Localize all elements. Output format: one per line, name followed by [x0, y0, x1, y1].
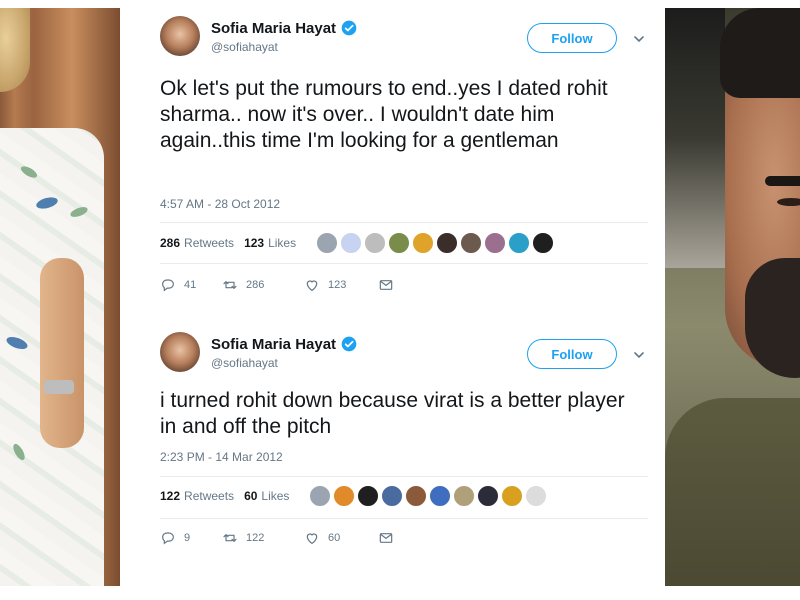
liker-avatar[interactable]	[340, 232, 363, 254]
follow-button[interactable]: Follow	[527, 23, 617, 53]
like-heart-icon	[306, 280, 318, 292]
reply-button[interactable]: 9	[160, 530, 222, 546]
photo-eyebrow	[765, 176, 800, 186]
follow-button[interactable]: Follow	[527, 339, 617, 369]
liker-avatar[interactable]	[477, 485, 500, 507]
liker-avatar[interactable]	[388, 232, 411, 254]
photo-hair	[720, 8, 800, 98]
liker-avatar[interactable]	[309, 485, 332, 507]
tweet-actions: 41 286 123	[160, 275, 394, 295]
likes-stat[interactable]: 123 Likes	[244, 236, 296, 250]
tweet-timestamp[interactable]: 4:57 AM - 28 Oct 2012	[160, 197, 280, 211]
tweet-stats: 122 Retweets 60 Likes	[160, 484, 548, 508]
tweets-column: Sofia Maria Hayat @sofiahayat Follow Ok …	[140, 0, 665, 600]
retweets-label: Retweets	[184, 489, 235, 503]
likes-label: Likes	[268, 236, 297, 250]
liker-avatar[interactable]	[412, 232, 435, 254]
like-button[interactable]: 60	[304, 530, 378, 546]
reply-count: 41	[184, 279, 197, 291]
likes-count: 123	[244, 236, 265, 250]
likes-label: Likes	[261, 489, 290, 503]
divider	[160, 263, 648, 264]
avatar[interactable]	[160, 332, 200, 372]
liker-avatars	[309, 485, 548, 507]
liker-avatar[interactable]	[364, 232, 387, 254]
photo-shirt	[665, 398, 800, 586]
liker-avatar[interactable]	[453, 485, 476, 507]
liker-avatar[interactable]	[405, 485, 428, 507]
likes-count: 60	[244, 489, 258, 503]
liker-avatar[interactable]	[316, 232, 339, 254]
reply-button[interactable]: 41	[160, 277, 222, 293]
reply-icon	[162, 532, 174, 545]
right-photo	[665, 8, 800, 586]
author-name[interactable]: Sofia Maria Hayat	[211, 336, 336, 353]
liker-avatar[interactable]	[357, 485, 380, 507]
photo-background	[665, 8, 725, 268]
like-heart-icon	[306, 533, 318, 545]
direct-message-icon	[379, 280, 393, 290]
reply-icon	[162, 279, 174, 292]
retweets-count: 286	[160, 236, 181, 250]
verified-badge-icon	[341, 336, 357, 352]
direct-message-icon	[379, 533, 393, 543]
author-name[interactable]: Sofia Maria Hayat	[211, 20, 336, 37]
liker-avatar[interactable]	[501, 485, 524, 507]
photo-arm	[40, 258, 84, 448]
liker-avatar[interactable]	[460, 232, 483, 254]
like-count: 123	[328, 279, 347, 291]
retweet-count: 122	[246, 532, 265, 544]
divider	[160, 222, 648, 223]
liker-avatar[interactable]	[508, 232, 531, 254]
author-line: Sofia Maria Hayat	[211, 335, 357, 353]
direct-message-button[interactable]	[378, 530, 394, 546]
retweet-icon	[223, 534, 237, 542]
liker-avatar[interactable]	[333, 485, 356, 507]
left-photo	[0, 8, 120, 586]
retweet-button[interactable]: 122	[222, 530, 304, 546]
reply-count: 9	[184, 532, 191, 544]
liker-avatar[interactable]	[429, 485, 452, 507]
verified-badge-icon	[341, 20, 357, 36]
like-button[interactable]: 123	[304, 277, 378, 293]
retweet-icon	[223, 281, 237, 289]
retweets-count: 122	[160, 489, 181, 503]
liker-avatar[interactable]	[525, 485, 548, 507]
author-handle[interactable]: @sofiahayat	[211, 40, 278, 54]
tweet-text: Ok let's put the rumours to end..yes I d…	[160, 77, 608, 152]
liker-avatar[interactable]	[436, 232, 459, 254]
tweet-actions: 9 122 60	[160, 528, 394, 548]
liker-avatar[interactable]	[381, 485, 404, 507]
retweets-stat[interactable]: 122 Retweets	[160, 489, 234, 503]
photo-eye	[777, 198, 800, 206]
retweets-label: Retweets	[184, 236, 235, 250]
avatar[interactable]	[160, 16, 200, 56]
retweet-button[interactable]: 286	[222, 277, 304, 293]
divider	[160, 476, 648, 477]
photo-beard	[745, 258, 800, 378]
liker-avatars	[316, 232, 555, 254]
retweet-count: 286	[246, 279, 265, 291]
author-line: Sofia Maria Hayat	[211, 19, 357, 37]
direct-message-button[interactable]	[378, 277, 394, 293]
liker-avatar[interactable]	[484, 232, 507, 254]
photo-hair	[0, 8, 30, 92]
tweet-timestamp[interactable]: 2:23 PM - 14 Mar 2012	[160, 450, 283, 464]
author-handle[interactable]: @sofiahayat	[211, 356, 278, 370]
likes-stat[interactable]: 60 Likes	[244, 489, 289, 503]
chevron-down-icon[interactable]	[632, 348, 646, 362]
liker-avatar[interactable]	[532, 232, 555, 254]
divider	[160, 518, 648, 519]
tweet-text: i turned rohit down because virat is a b…	[160, 389, 625, 438]
tweet-stats: 286 Retweets 123 Likes	[160, 231, 555, 255]
like-count: 60	[328, 532, 341, 544]
retweets-stat[interactable]: 286 Retweets	[160, 236, 234, 250]
chevron-down-icon[interactable]	[632, 32, 646, 46]
photo-watch	[44, 380, 74, 394]
